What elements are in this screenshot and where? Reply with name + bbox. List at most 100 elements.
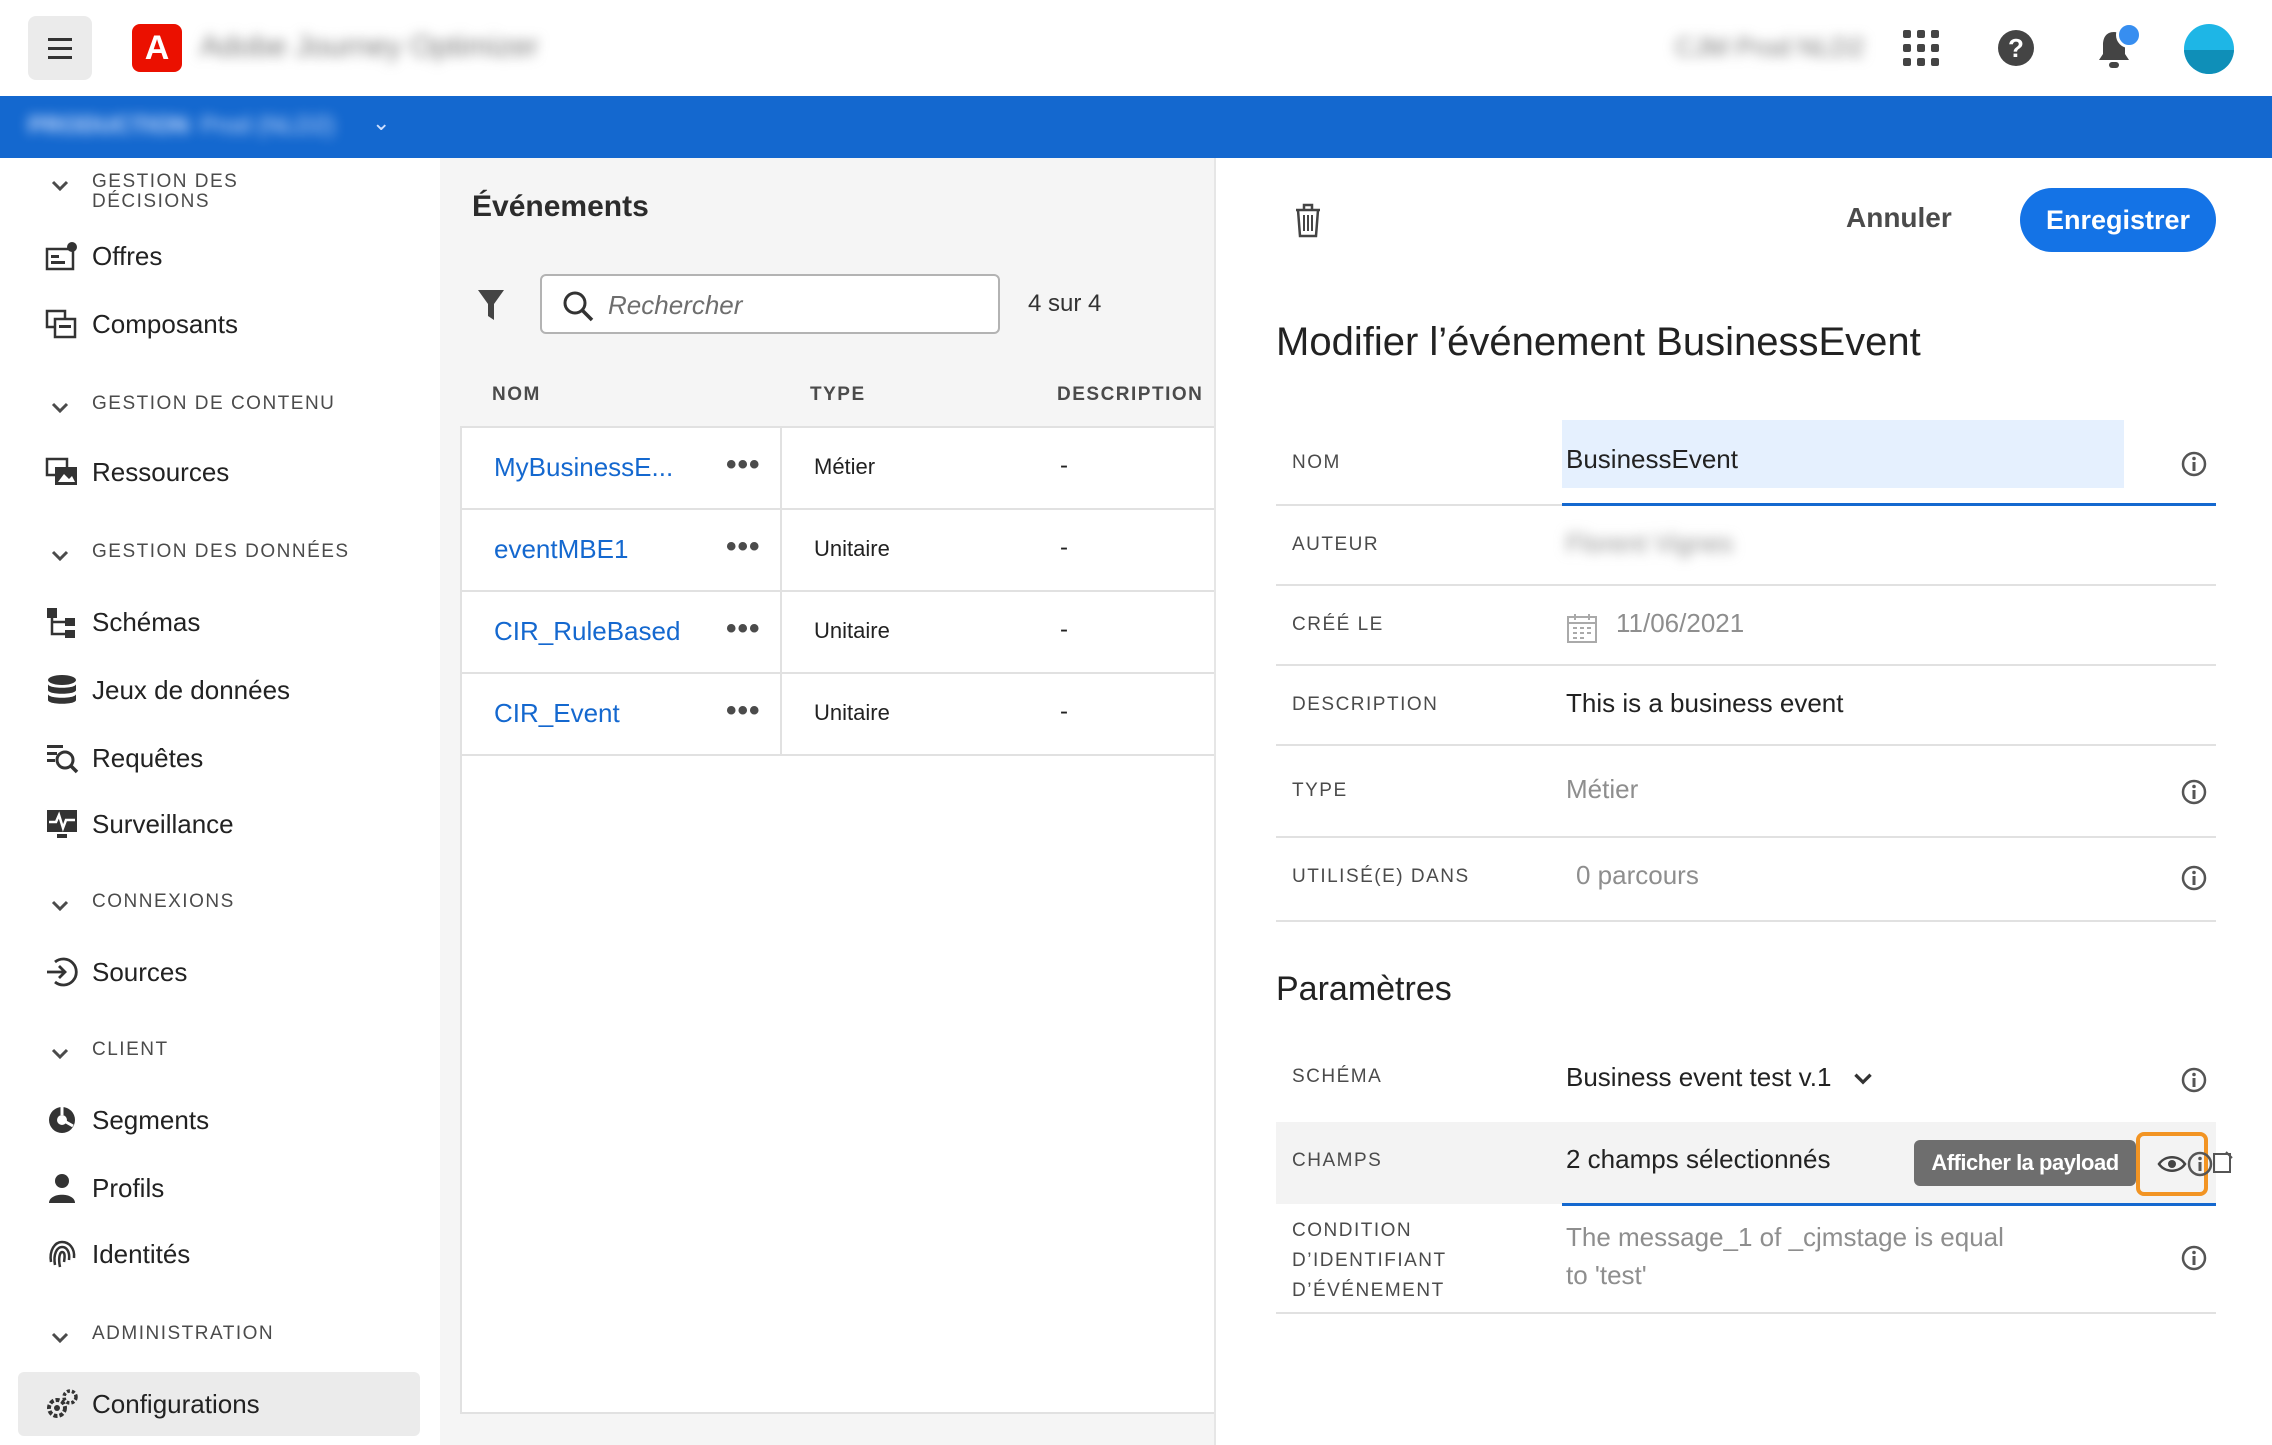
sidebar-item-ressources[interactable]: Ressources bbox=[18, 440, 420, 504]
sidebar-item-requetes[interactable]: Requêtes bbox=[18, 726, 420, 790]
sandbox-switcher[interactable]: Prod (NLD2) bbox=[200, 112, 335, 140]
event-id-condition-value[interactable]: The message_1 of _cjmstage is equal to '… bbox=[1566, 1218, 2004, 1294]
schema-select[interactable]: Business event test v.1 bbox=[1566, 1062, 1831, 1093]
calendar-icon bbox=[1567, 614, 1597, 643]
sidebar-item-label: Requêtes bbox=[92, 742, 204, 773]
name-input-value[interactable]: BusinessEvent bbox=[1566, 444, 1738, 475]
profiles-icon bbox=[42, 1170, 82, 1206]
chevron-down-icon[interactable] bbox=[48, 894, 72, 918]
more-actions-icon[interactable]: ••• bbox=[726, 448, 761, 482]
nav-section-label: GESTION DES DÉCISIONS bbox=[92, 171, 239, 212]
filter-icon[interactable] bbox=[476, 288, 506, 322]
assets-icon bbox=[42, 454, 82, 490]
top-bar: A Adobe Journey Optimizer CJM Prod NLD2 … bbox=[0, 0, 2272, 96]
sidebar-item-composants[interactable]: Composants bbox=[18, 292, 420, 356]
field-row-type: TYPE Métier bbox=[1276, 746, 2216, 838]
save-button[interactable]: Enregistrer bbox=[2020, 188, 2216, 252]
sidebar-item-offres[interactable]: Offres bbox=[18, 224, 420, 288]
sidebar-item-profils[interactable]: Profils bbox=[18, 1156, 420, 1220]
sandbox-env: PRODUCTION bbox=[28, 112, 190, 139]
field-label: CRÉÉ LE bbox=[1292, 614, 1384, 635]
used-in-value[interactable]: 0 parcours bbox=[1576, 860, 1699, 891]
description-input[interactable]: This is a business event bbox=[1566, 688, 1843, 719]
info-icon[interactable] bbox=[2180, 778, 2208, 806]
event-type: Unitaire bbox=[814, 700, 890, 725]
sidebar-item-label: Schémas bbox=[92, 606, 201, 637]
chevron-down-icon[interactable] bbox=[48, 544, 72, 568]
table-row[interactable]: MyBusinessE... ••• Métier - bbox=[462, 428, 1214, 510]
menu-icon[interactable] bbox=[28, 16, 92, 80]
column-header-type[interactable]: TYPE bbox=[810, 384, 866, 406]
trash-icon[interactable] bbox=[1292, 202, 1324, 238]
field-row-schema: SCHÉMA Business event test v.1 bbox=[1276, 1038, 2216, 1122]
table-row[interactable]: CIR_Event ••• Unitaire - bbox=[462, 674, 1214, 756]
avatar[interactable] bbox=[2184, 24, 2234, 74]
field-row-cree-le: CRÉÉ LE 11/06/2021 bbox=[1276, 586, 2216, 666]
fields-selected-value[interactable]: 2 champs sélectionnés bbox=[1566, 1144, 1830, 1175]
more-actions-icon[interactable]: ••• bbox=[726, 612, 761, 646]
event-type: Unitaire bbox=[814, 536, 890, 561]
sidebar-item-surveillance[interactable]: Surveillance bbox=[18, 792, 420, 856]
configurations-icon bbox=[42, 1386, 82, 1422]
event-name-link[interactable]: eventMBE1 bbox=[494, 534, 628, 565]
org-switcher[interactable]: CJM Prod NLD2 bbox=[1675, 32, 1864, 63]
author-value: Florent Vignes bbox=[1566, 528, 1734, 558]
apps-grid-icon[interactable] bbox=[1903, 30, 1939, 66]
chevron-down-icon[interactable] bbox=[1850, 1066, 1876, 1092]
sidebar-item-sources[interactable]: Sources bbox=[18, 940, 420, 1004]
event-description: - bbox=[1060, 698, 1068, 725]
nav-section-decisions[interactable]: GESTION DES DÉCISIONS bbox=[48, 172, 352, 212]
adobe-logo[interactable]: A bbox=[132, 24, 182, 72]
search-input[interactable]: Rechercher bbox=[540, 274, 1000, 334]
event-description: - bbox=[1060, 534, 1068, 561]
sidebar-item-configurations[interactable]: Configurations bbox=[18, 1372, 420, 1436]
sidebar-item-label: Configurations bbox=[92, 1388, 260, 1419]
chevron-down-icon[interactable] bbox=[48, 174, 72, 198]
sidebar-item-jeux-de-donnees[interactable]: Jeux de données bbox=[18, 658, 420, 722]
more-actions-icon[interactable]: ••• bbox=[726, 530, 761, 564]
info-icon[interactable] bbox=[2180, 450, 2208, 478]
chevron-down-icon[interactable]: ⌄ bbox=[372, 110, 390, 136]
chevron-down-icon[interactable] bbox=[48, 1326, 72, 1350]
nav-section-data[interactable]: GESTION DES DONNÉES bbox=[48, 542, 352, 568]
info-icon[interactable] bbox=[2180, 864, 2208, 892]
event-type: Métier bbox=[814, 454, 876, 479]
table-row[interactable]: eventMBE1 ••• Unitaire - bbox=[462, 510, 1214, 592]
field-label: UTILISÉ(E) DANS bbox=[1292, 866, 1470, 887]
nav-section-connections[interactable]: CONNEXIONS bbox=[48, 892, 352, 918]
table-row[interactable]: CIR_RuleBased ••• Unitaire - bbox=[462, 592, 1214, 674]
identities-icon bbox=[42, 1236, 82, 1272]
field-row-utilise-dans: UTILISÉ(E) DANS 0 parcours bbox=[1276, 838, 2216, 922]
nav-section-client[interactable]: CLIENT bbox=[48, 1040, 352, 1066]
info-icon[interactable] bbox=[2180, 1066, 2208, 1094]
cancel-button[interactable]: Annuler bbox=[1846, 202, 1952, 234]
eye-icon bbox=[2157, 1156, 2187, 1172]
nav-section-content[interactable]: GESTION DE CONTENU bbox=[48, 394, 352, 420]
field-row-nom: NOM BusinessEvent bbox=[1276, 420, 2216, 506]
info-icon[interactable] bbox=[2186, 1150, 2214, 1178]
sidebar-item-label: Composants bbox=[92, 308, 238, 339]
event-name-link[interactable]: MyBusinessE... bbox=[494, 452, 673, 483]
more-actions-icon[interactable]: ••• bbox=[726, 694, 761, 728]
help-icon[interactable]: ? bbox=[1998, 30, 2034, 66]
field-row-auteur: AUTEUR Florent Vignes bbox=[1276, 506, 2216, 586]
field-row-champs: CHAMPS 2 champs sélectionnés Afficher la… bbox=[1276, 1122, 2233, 1206]
sidebar-item-identites[interactable]: Identités bbox=[18, 1222, 420, 1286]
sidebar-item-label: Jeux de données bbox=[92, 674, 291, 705]
column-header-nom[interactable]: NOM bbox=[492, 384, 541, 406]
edit-fields-icon[interactable] bbox=[2212, 1150, 2234, 1174]
page-title: Événements bbox=[472, 190, 649, 223]
sidebar-item-segments[interactable]: Segments bbox=[18, 1088, 420, 1152]
event-name-link[interactable]: CIR_RuleBased bbox=[494, 616, 680, 647]
detail-title: Modifier l’événement BusinessEvent bbox=[1276, 320, 1921, 364]
chevron-down-icon[interactable] bbox=[48, 1042, 72, 1066]
nav-section-label: CONNEXIONS bbox=[92, 891, 235, 912]
sidebar-item-label: Sources bbox=[92, 956, 188, 987]
nav-section-label: ADMINISTRATION bbox=[92, 1323, 275, 1344]
info-icon[interactable] bbox=[2180, 1244, 2208, 1272]
column-header-description[interactable]: DESCRIPTION bbox=[1057, 384, 1203, 406]
chevron-down-icon[interactable] bbox=[48, 396, 72, 420]
nav-section-administration[interactable]: ADMINISTRATION bbox=[48, 1324, 352, 1350]
event-name-link[interactable]: CIR_Event bbox=[494, 698, 620, 729]
sidebar-item-schemas[interactable]: Schémas bbox=[18, 590, 420, 654]
